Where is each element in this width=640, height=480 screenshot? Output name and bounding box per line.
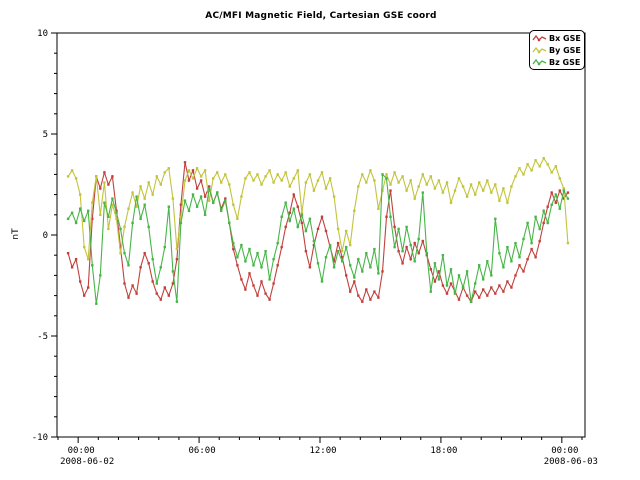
svg-text:00:00: 00:00 (551, 446, 578, 456)
legend-item-bz: Bz GSE (532, 56, 581, 68)
by-line-sample-icon (532, 46, 547, 55)
legend-item-bx: Bx GSE (532, 32, 581, 44)
bz-line-sample-icon (532, 58, 547, 67)
legend-label-bx: Bx GSE (549, 34, 581, 43)
svg-text:-10: -10 (32, 433, 48, 443)
svg-text:12:00: 12:00 (309, 446, 336, 456)
legend: Bx GSE By GSE Bz GSE (529, 30, 585, 70)
svg-text:10: 10 (37, 29, 48, 39)
svg-text:-5: -5 (37, 332, 48, 342)
svg-text:2008-06-02: 2008-06-02 (60, 457, 114, 467)
legend-item-by: By GSE (532, 44, 581, 56)
plot-canvas[interactable]: 1050-5-1000:002008-06-0206:0012:0018:000… (0, 0, 640, 480)
svg-text:5: 5 (43, 130, 48, 140)
chart-window: AC/MFI Magnetic Field, Cartesian GSE coo… (0, 0, 640, 480)
svg-text:0: 0 (43, 231, 48, 241)
legend-label-by: By GSE (549, 46, 581, 55)
svg-text:18:00: 18:00 (430, 446, 457, 456)
svg-text:2008-06-03: 2008-06-03 (544, 457, 598, 467)
bx-line-sample-icon (532, 34, 547, 43)
svg-text:00:00: 00:00 (68, 446, 95, 456)
legend-label-bz: Bz GSE (549, 58, 580, 67)
svg-text:06:00: 06:00 (189, 446, 216, 456)
